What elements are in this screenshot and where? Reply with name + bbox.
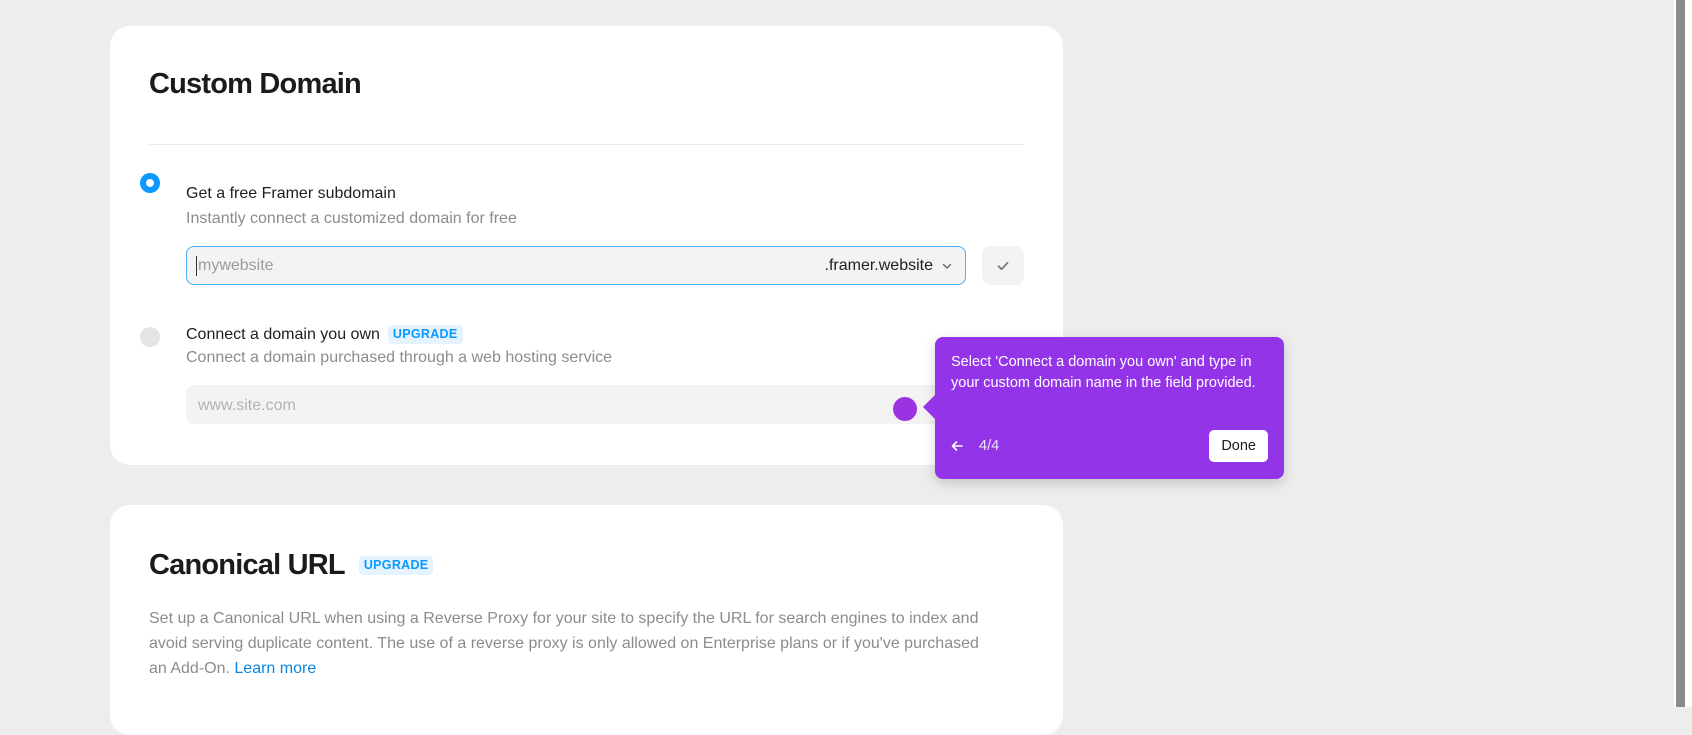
own-domain-description: Connect a domain purchased through a web… [186,349,613,366]
arrow-left-icon[interactable] [949,438,965,454]
own-domain-radio[interactable] [140,327,160,347]
chevron-down-icon [942,263,952,269]
done-button[interactable]: Done [1209,430,1268,462]
own-domain-heading: Connect a domain you own UPGRADE [186,325,463,344]
custom-domain-title: Custom Domain [149,68,362,100]
free-subdomain-radio[interactable] [140,173,160,193]
tooltip-text: Select 'Connect a domain you own' and ty… [951,354,1256,391]
confirm-subdomain-button[interactable] [982,246,1024,285]
subdomain-field[interactable]: .framer.website [186,246,966,285]
own-domain-input[interactable] [196,385,760,426]
guide-hotspot [893,397,917,421]
scrollbar[interactable] [1674,0,1692,707]
canonical-url-title: Canonical URL [149,549,346,581]
tooltip-step-counter: 4/4 [979,438,1000,454]
canonical-url-card: Canonical URL UPGRADE Set up a Canonical… [110,505,1063,735]
guide-tooltip: Select 'Connect a domain you own' and ty… [923,337,1284,479]
own-domain-title: Connect a domain you own [186,325,380,343]
domain-suffix-select[interactable]: .framer.website [825,257,953,275]
subdomain-input[interactable] [196,256,760,276]
custom-domain-card: Custom Domain Get a free Framer subdomai… [110,26,1063,465]
learn-more-link[interactable]: Learn more [234,660,316,677]
scrollbar-thumb[interactable] [1676,0,1685,707]
upgrade-badge: UPGRADE [358,556,434,575]
free-subdomain-title: Get a free Framer subdomain [186,185,396,202]
canonical-url-description: Set up a Canonical URL when using a Reve… [149,606,999,681]
upgrade-badge: UPGRADE [387,325,463,344]
free-subdomain-description: Instantly connect a customized domain fo… [186,210,517,227]
divider [149,144,1024,145]
check-icon [997,261,1009,270]
domain-suffix-label: .framer.website [824,257,933,274]
canonical-url-heading: Canonical URL UPGRADE [149,549,434,582]
